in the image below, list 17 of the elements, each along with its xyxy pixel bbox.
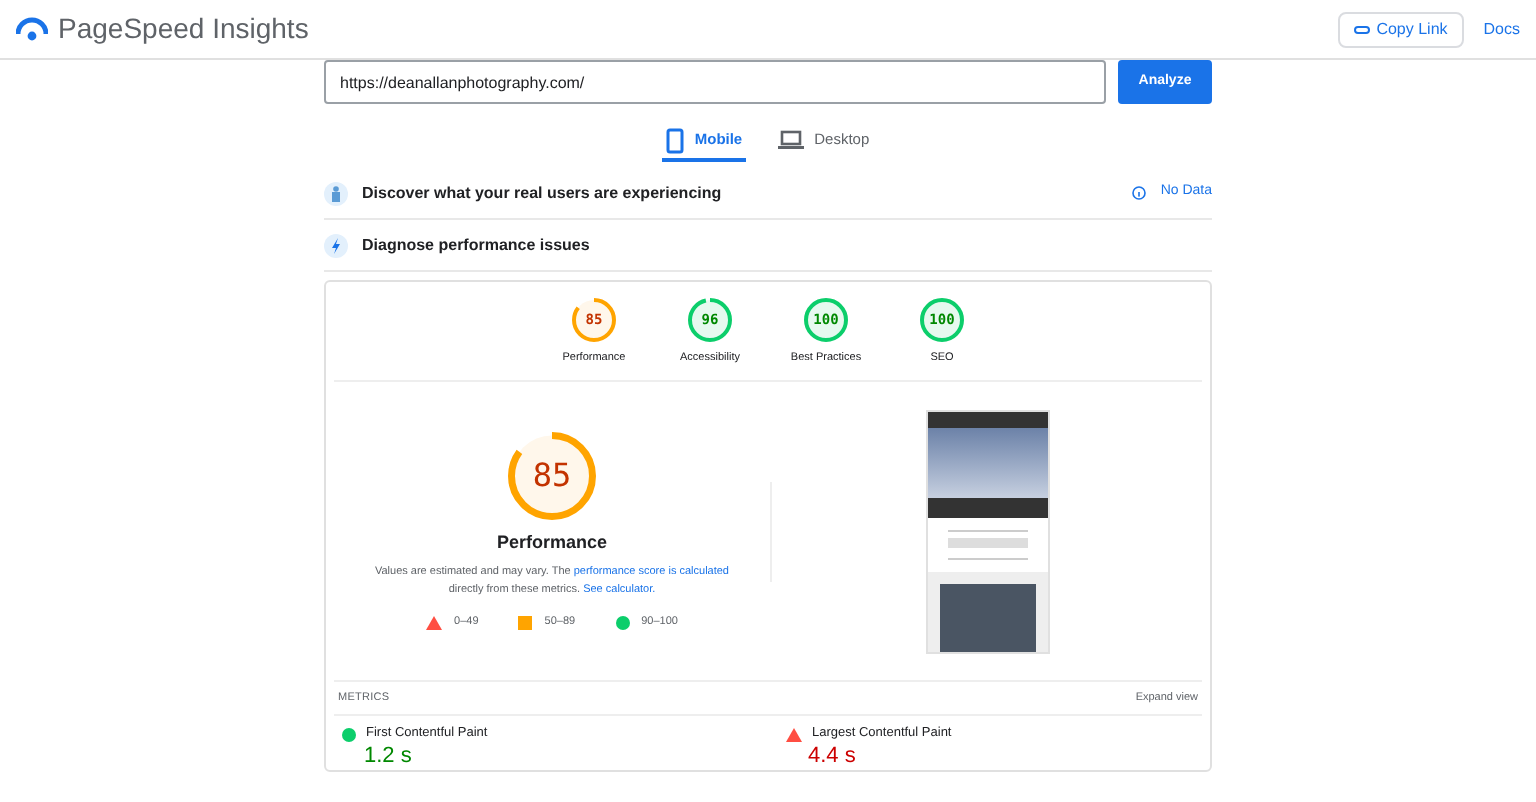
score-value: 85 xyxy=(532,454,572,499)
copy-link-button[interactable]: Copy Link xyxy=(1338,11,1464,47)
metric-value: 1.2 s xyxy=(364,744,414,770)
link-icon xyxy=(1354,25,1371,33)
laptop-icon xyxy=(778,130,805,150)
section-title: Discover what your real users are experiencing xyxy=(362,181,722,205)
performance-title: Performance xyxy=(496,530,608,557)
metric-value: 4.4 s xyxy=(808,744,858,770)
section-title: Diagnose performance issues xyxy=(362,233,590,257)
app-title: PageSpeed Insights xyxy=(58,10,309,48)
docs-link[interactable]: Docs xyxy=(1483,17,1520,41)
info-icon xyxy=(1132,186,1147,200)
logo-icon xyxy=(16,16,48,42)
url-input-field[interactable]: https://deanallanphotography.com/ xyxy=(324,60,1106,104)
phone-icon xyxy=(666,127,685,153)
lightning-icon xyxy=(324,233,348,257)
people-icon xyxy=(324,181,348,205)
